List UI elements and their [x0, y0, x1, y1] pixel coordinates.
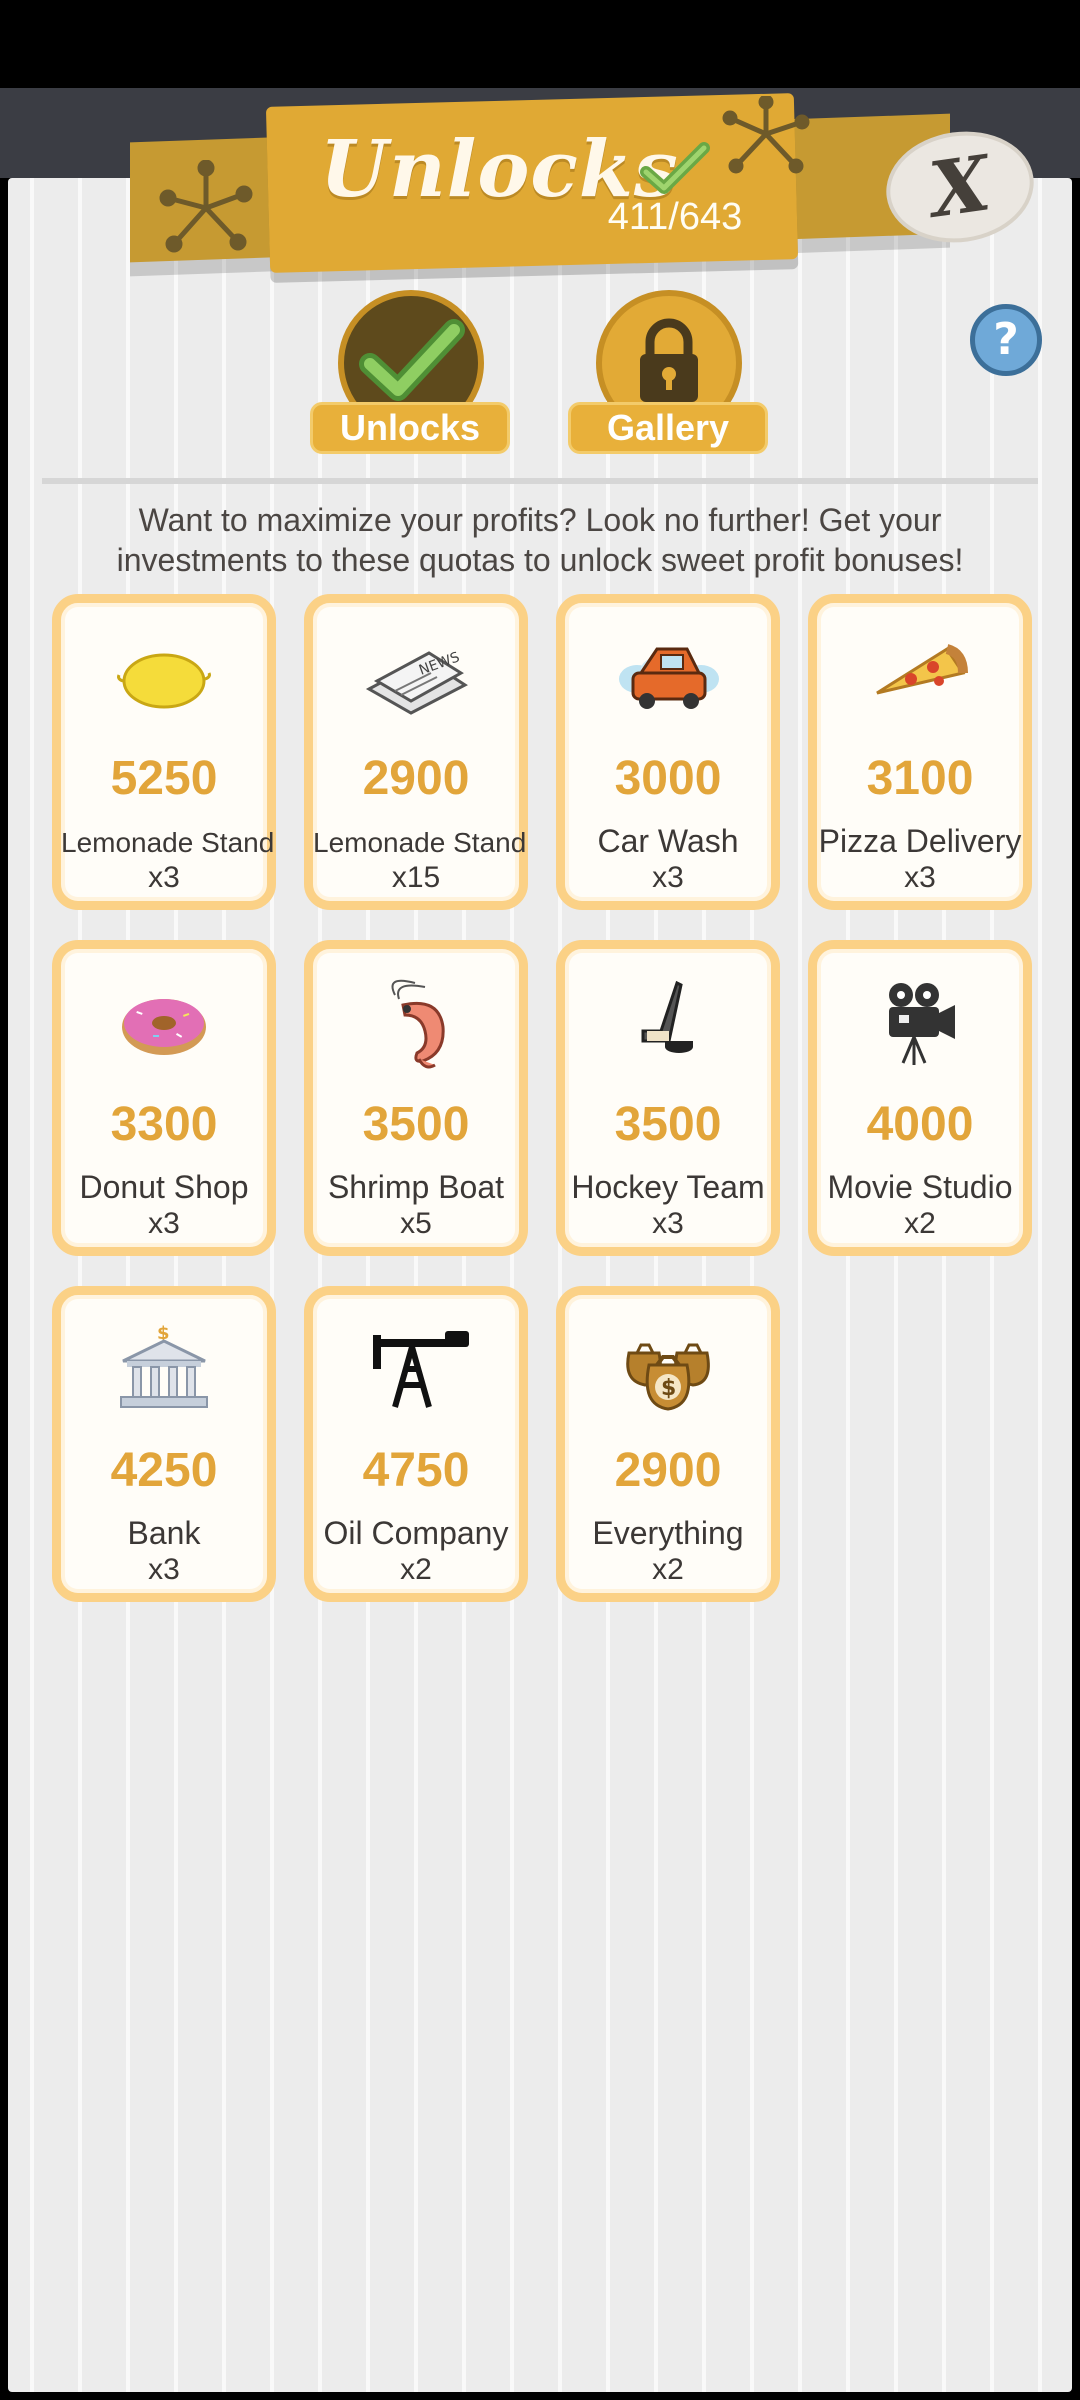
- multiplier: x2: [904, 1207, 936, 1240]
- multiplier: x15: [391, 861, 441, 894]
- close-icon: X: [924, 138, 996, 235]
- tab-unlocks[interactable]: Unlocks: [310, 290, 510, 470]
- intro-line-1: Want to maximize your profits? Look no f…: [138, 502, 942, 538]
- tab-gallery-label: Gallery: [568, 402, 768, 454]
- quota-value: 5250: [110, 752, 218, 805]
- quota-value: 3300: [110, 1098, 218, 1151]
- page-title: Unlocks: [320, 124, 679, 215]
- help-icon: ?: [993, 314, 1019, 365]
- multiplier: x3: [652, 861, 684, 894]
- pizza-icon: [876, 644, 968, 695]
- multiplier: x3: [148, 861, 180, 894]
- quota-value: 4000: [866, 1098, 974, 1151]
- unlock-card[interactable]: 5250 Lemonade Stand x3: [52, 594, 276, 910]
- car-icon: [619, 647, 719, 709]
- unlock-card[interactable]: 3500 Shrimp Boat x5: [304, 940, 528, 1256]
- divider: [42, 478, 1038, 484]
- unlock-card[interactable]: 3100 Pizza Delivery x3: [808, 594, 1032, 910]
- lemon-icon: [117, 653, 211, 709]
- check-icon: [359, 319, 465, 401]
- unlock-card[interactable]: $ 4250 Bank x3: [52, 1286, 276, 1602]
- unlock-card[interactable]: 4750 Oil Company x2: [304, 1286, 528, 1602]
- oil-rig-icon: [373, 1331, 469, 1408]
- intro-line-2: investments to these quotas to unlock sw…: [116, 542, 964, 578]
- hockey-stick-icon: [641, 980, 693, 1053]
- intro-text: Want to maximize your profits? Look no f…: [90, 500, 990, 580]
- starburst-icon: [159, 160, 253, 253]
- movie-camera-icon: [889, 983, 955, 1065]
- unlock-card[interactable]: 3500 Hockey Team x3: [556, 940, 780, 1256]
- quota-value: 2900: [614, 1444, 722, 1497]
- quota-value: 3500: [362, 1098, 470, 1151]
- multiplier: x5: [400, 1207, 432, 1240]
- investment-name: Lemonade Stand: [61, 827, 275, 858]
- investment-name: Bank: [127, 1515, 201, 1551]
- investment-name: Oil Company: [323, 1515, 509, 1551]
- tab-unlocks-label: Unlocks: [310, 402, 510, 454]
- bank-icon: $: [120, 1323, 208, 1408]
- investment-name: Car Wash: [597, 823, 739, 859]
- quota-value: 3000: [614, 752, 722, 805]
- quota-value: 2900: [362, 752, 470, 805]
- investment-name: Donut Shop: [79, 1169, 249, 1205]
- quota-value: 3500: [614, 1098, 722, 1151]
- investment-name: Hockey Team: [571, 1169, 765, 1205]
- starburst-icon: [722, 96, 810, 174]
- quota-value: 4750: [362, 1444, 470, 1497]
- multiplier: x2: [652, 1553, 684, 1586]
- unlock-card[interactable]: NEWS 2900 Lemonade Stand x15: [304, 594, 528, 910]
- shrimp-icon: [391, 979, 445, 1069]
- donut-icon: [122, 999, 206, 1055]
- investment-name: Shrimp Boat: [327, 1169, 505, 1205]
- investment-name: Movie Studio: [827, 1169, 1013, 1205]
- unlock-card[interactable]: $ 2900 Everything x2: [556, 1286, 780, 1602]
- unlock-card[interactable]: 3300 Donut Shop x3: [52, 940, 276, 1256]
- tab-gallery[interactable]: Gallery: [568, 290, 768, 470]
- newspaper-icon: NEWS: [365, 649, 468, 715]
- investment-name: Everything: [592, 1515, 744, 1551]
- unlock-card[interactable]: 4000 Movie Studio x2: [808, 940, 1032, 1256]
- quota-value: 3100: [866, 752, 974, 805]
- multiplier: x3: [904, 861, 936, 894]
- unlock-progress-count: 411/643: [607, 196, 743, 238]
- investment-name: Pizza Delivery: [818, 823, 1022, 859]
- multiplier: x3: [148, 1553, 180, 1586]
- multiplier: x3: [148, 1207, 180, 1240]
- quota-value: 4250: [110, 1444, 218, 1497]
- help-button[interactable]: ?: [970, 304, 1042, 376]
- investment-name: Lemonade Stand: [313, 827, 527, 858]
- check-icon: [640, 142, 710, 194]
- unlock-card[interactable]: 3000 Car Wash x3: [556, 594, 780, 910]
- svg-text:$: $: [661, 1376, 676, 1401]
- money-bags-icon: $: [626, 1343, 710, 1411]
- lock-icon: [640, 318, 698, 402]
- status-bar: [0, 0, 1080, 88]
- multiplier: x2: [400, 1553, 432, 1586]
- multiplier: x3: [652, 1207, 684, 1240]
